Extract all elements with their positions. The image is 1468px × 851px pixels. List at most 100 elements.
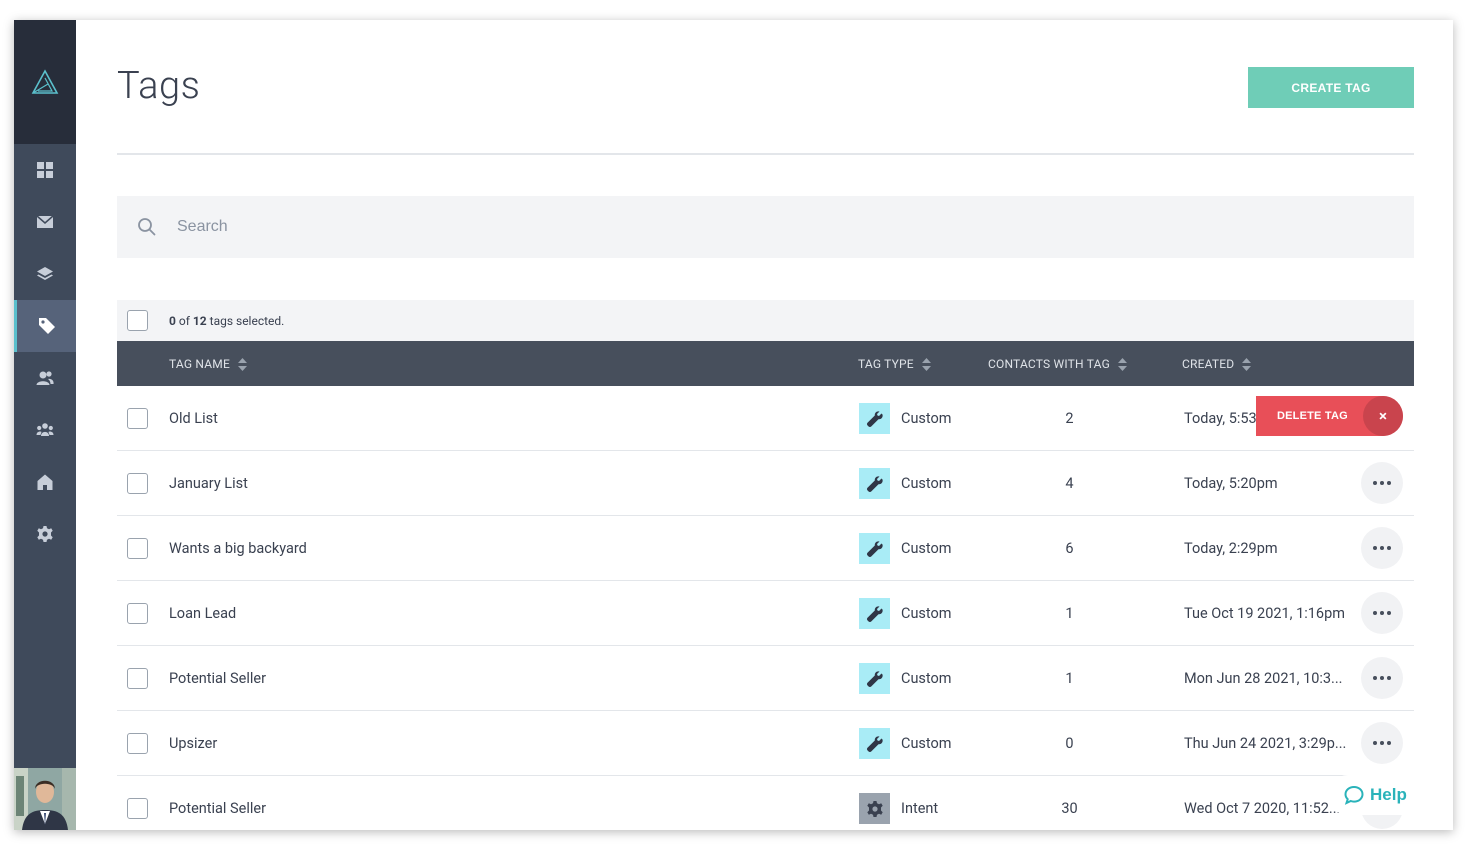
wrench-icon	[859, 403, 890, 434]
contacts-count: 0	[1065, 735, 1074, 752]
contacts-count: 4	[1065, 475, 1074, 492]
created-date: Today, 2:29pm	[1184, 540, 1278, 557]
sort-icon	[238, 357, 248, 371]
sidebar-item-contacts[interactable]	[14, 352, 76, 404]
row-checkbox[interactable]	[127, 668, 148, 689]
create-tag-button[interactable]: CREATE TAG	[1248, 67, 1414, 108]
table-row[interactable]: Old List Custom 2 Today, 5:53pm	[117, 386, 1414, 451]
selected-count: 0	[169, 314, 176, 328]
selection-status: 0 of 12 tags selected.	[169, 314, 284, 328]
row-checkbox[interactable]	[127, 538, 148, 559]
users-icon	[36, 371, 54, 385]
column-header-tag-name[interactable]: TAG NAME	[169, 357, 248, 371]
column-label: TAG NAME	[169, 357, 231, 371]
more-options-icon[interactable]	[1361, 462, 1403, 504]
search-icon	[138, 218, 156, 236]
search-input[interactable]	[177, 196, 1377, 258]
sort-icon	[1242, 357, 1252, 371]
sidebar-item-layers[interactable]	[14, 248, 76, 300]
column-header-contacts[interactable]: CONTACTS WITH TAG	[988, 357, 1127, 371]
group-icon	[36, 423, 54, 436]
column-header-tag-type[interactable]: TAG TYPE	[858, 357, 931, 371]
table-row[interactable]: Potential Seller Intent 30 Wed Oct 7 202…	[117, 776, 1414, 830]
table-header: TAG NAME TAG TYPE CONTACTS WITH TAG CREA…	[117, 341, 1414, 386]
tag-type: Custom	[901, 410, 952, 427]
created-date: Thu Jun 24 2021, 3:29p...	[1184, 735, 1347, 752]
logo-icon	[31, 69, 59, 94]
tag-type: Intent	[901, 800, 939, 817]
table-row[interactable]: Upsizer Custom 0 Thu Jun 24 2021, 3:29p.…	[117, 711, 1414, 776]
more-options-icon[interactable]	[1361, 722, 1403, 764]
gear-icon	[859, 793, 890, 824]
more-options-icon[interactable]	[1361, 657, 1403, 699]
created-date: Mon Jun 28 2021, 10:3...	[1184, 670, 1343, 687]
row-checkbox[interactable]	[127, 603, 148, 624]
contacts-count: 1	[1065, 605, 1074, 622]
chat-bubble-icon	[1344, 785, 1364, 805]
help-button[interactable]: Help	[1328, 775, 1452, 815]
tag-type: Custom	[901, 540, 952, 557]
row-checkbox[interactable]	[127, 798, 148, 819]
row-checkbox[interactable]	[127, 733, 148, 754]
selection-bar: 0 of 12 tags selected.	[117, 300, 1414, 341]
tag-name[interactable]: January List	[169, 475, 248, 492]
row-checkbox[interactable]	[127, 408, 148, 429]
contacts-count: 6	[1065, 540, 1074, 557]
gear-icon	[37, 526, 53, 542]
envelope-icon	[36, 215, 54, 228]
delete-tag-button[interactable]: DELETE TAG	[1277, 410, 1348, 422]
table-row[interactable]: Potential Seller Custom 1 Mon Jun 28 202…	[117, 646, 1414, 711]
tag-name[interactable]: Loan Lead	[169, 605, 236, 622]
tag-name[interactable]: Wants a big backyard	[169, 540, 307, 557]
sidebar-item-groups[interactable]	[14, 404, 76, 456]
more-options-icon[interactable]	[1361, 527, 1403, 569]
divider	[117, 153, 1414, 155]
table-row[interactable]: January List Custom 4 Today, 5:20pm	[117, 451, 1414, 516]
sidebar-item-home[interactable]	[14, 456, 76, 508]
wrench-icon	[859, 598, 890, 629]
wrench-icon	[859, 468, 890, 499]
tag-type: Custom	[901, 605, 952, 622]
contacts-count: 30	[1061, 800, 1078, 817]
table-row[interactable]: Wants a big backyard Custom 6 Today, 2:2…	[117, 516, 1414, 581]
tag-name[interactable]: Potential Seller	[169, 670, 266, 687]
sidebar-item-settings[interactable]	[14, 508, 76, 560]
column-label: CREATED	[1182, 357, 1235, 371]
close-icon[interactable]: ×	[1363, 396, 1403, 436]
tag-type: Custom	[901, 670, 952, 687]
wrench-icon	[859, 728, 890, 759]
sidebar	[14, 20, 76, 830]
column-label: TAG TYPE	[858, 357, 914, 371]
grid-icon	[37, 162, 53, 178]
tag-name[interactable]: Old List	[169, 410, 218, 427]
main-content: Tags CREATE TAG 0 of 12 tags selected. T…	[76, 20, 1453, 830]
avatar[interactable]	[14, 768, 76, 830]
contacts-count: 2	[1065, 410, 1074, 427]
sidebar-item-tags[interactable]	[14, 300, 76, 352]
home-icon	[37, 474, 53, 490]
column-label: CONTACTS WITH TAG	[988, 357, 1110, 371]
tag-name[interactable]: Upsizer	[169, 735, 217, 752]
user-photo-icon	[14, 768, 76, 830]
select-all-checkbox[interactable]	[127, 310, 148, 331]
page-title: Tags	[117, 64, 201, 108]
total-count: 12	[192, 314, 207, 328]
tag-type: Custom	[901, 475, 952, 492]
delete-tag-action: DELETE TAG ×	[1256, 396, 1403, 436]
sidebar-item-dashboard[interactable]	[14, 144, 76, 196]
tag-name[interactable]: Potential Seller	[169, 800, 266, 817]
table-row[interactable]: Loan Lead Custom 1 Tue Oct 19 2021, 1:16…	[117, 581, 1414, 646]
more-options-icon[interactable]	[1361, 592, 1403, 634]
selection-of: of	[178, 314, 190, 328]
search-bar	[117, 196, 1414, 258]
column-header-created[interactable]: CREATED	[1182, 357, 1252, 371]
help-label: Help	[1370, 785, 1407, 804]
selection-suffix: tags selected.	[209, 314, 285, 328]
sidebar-item-mail[interactable]	[14, 196, 76, 248]
tag-type: Custom	[901, 735, 952, 752]
logo[interactable]	[14, 20, 76, 144]
contacts-count: 1	[1065, 670, 1074, 687]
sort-icon	[1117, 357, 1127, 371]
row-checkbox[interactable]	[127, 473, 148, 494]
sort-icon	[921, 357, 931, 371]
